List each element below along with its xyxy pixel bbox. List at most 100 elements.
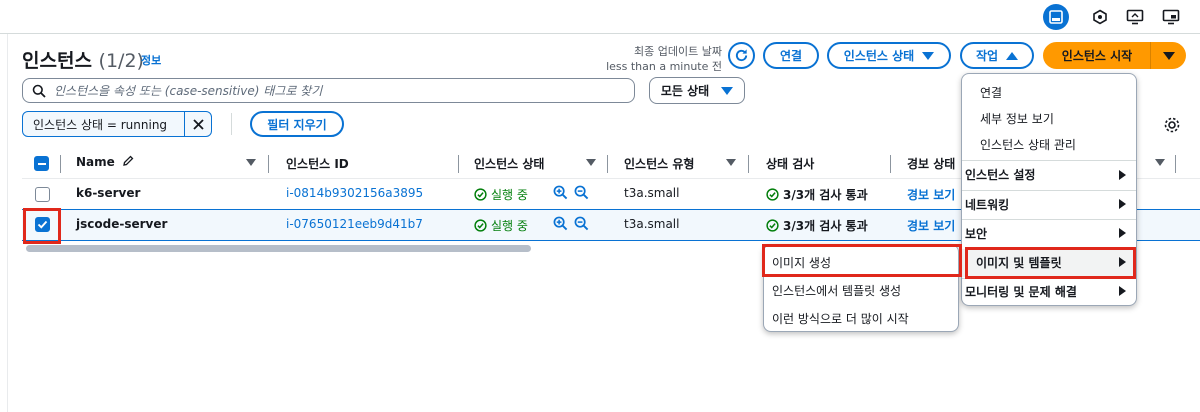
info-link[interactable]: 정보 — [141, 52, 161, 68]
zoom-controls — [553, 185, 589, 200]
highlight-box-checkbox — [23, 208, 61, 244]
refresh-icon — [735, 49, 748, 62]
chevron-right-icon — [1119, 170, 1126, 180]
table-settings-button[interactable] — [1163, 116, 1181, 138]
search-icon — [32, 84, 46, 98]
menu-item-manage-state[interactable]: 인스턴스 상태 관리 — [962, 132, 1136, 158]
status-check-text: 3/3개 검사 통과 — [783, 188, 868, 202]
instance-name: k6-server — [76, 186, 141, 200]
col-instance-state[interactable]: 인스턴스 상태 — [474, 155, 544, 172]
divider — [748, 155, 749, 173]
instance-state: 실행 중 — [474, 217, 528, 234]
page-title: 인스턴스 (1/2) — [22, 46, 144, 73]
instance-state: 실행 중 — [474, 186, 528, 203]
launch-options-button[interactable] — [1150, 42, 1186, 69]
col-alarm-status[interactable]: 경보 상태 — [907, 155, 955, 172]
left-rail — [0, 34, 8, 412]
status-check-text: 3/3개 검사 통과 — [783, 219, 868, 233]
chevron-up-icon — [1006, 51, 1019, 60]
instance-id-link[interactable]: i-07650121eeb9d41b7 — [286, 217, 423, 231]
view-alarms-link[interactable]: 경보 보기 — [907, 186, 955, 203]
instance-state-text: 실행 중 — [491, 188, 528, 202]
instance-state-text: 실행 중 — [491, 219, 528, 233]
col-name[interactable]: Name — [76, 155, 134, 169]
check-circle-icon — [766, 219, 779, 232]
settings-hex-icon[interactable] — [1087, 4, 1113, 30]
state-filter-value: 모든 상태 — [660, 84, 710, 98]
connect-button-label: 연결 — [779, 49, 803, 63]
menu-item-instance-settings[interactable]: 인스턴스 설정 — [962, 162, 1136, 189]
highlight-box-create-image — [762, 244, 962, 277]
chevron-right-icon — [1119, 286, 1126, 296]
remove-filter-button[interactable] — [184, 112, 211, 136]
selection-count: (1/2) — [98, 50, 144, 72]
menu-item-security[interactable]: 보안 — [962, 220, 1136, 248]
zoom-out-icon[interactable] — [574, 185, 589, 200]
filter-token-label: 인스턴스 상태 = running — [33, 117, 168, 132]
select-all-checkbox[interactable] — [34, 156, 49, 171]
zoom-out-icon[interactable] — [574, 216, 589, 231]
check-circle-icon — [474, 188, 487, 201]
status-check: 3/3개 검사 통과 — [766, 186, 868, 203]
divider — [60, 155, 61, 173]
col-status-check[interactable]: 상태 검사 — [766, 155, 814, 172]
menu-item-networking-label: 네트워킹 — [965, 198, 1010, 212]
submenu-item-launch-more-like-this[interactable]: 이런 방식으로 더 많이 시작 — [764, 305, 958, 333]
sort-caret-icon[interactable] — [726, 159, 736, 166]
instance-type: t3a.small — [624, 186, 680, 200]
divider — [607, 155, 608, 173]
launch-instance-label: 인스턴스 시작 — [1061, 49, 1133, 63]
divider — [962, 160, 1136, 161]
menu-item-instance-settings-label: 인스턴스 설정 — [965, 168, 1036, 182]
zoom-in-icon[interactable] — [553, 216, 568, 231]
clear-filters-button[interactable]: 필터 지우기 — [250, 111, 344, 137]
pencil-icon — [123, 155, 134, 166]
last-updated-label: 최종 업데이트 날짜 — [634, 45, 722, 58]
menu-item-monitoring-label: 모니터링 및 문제 해결 — [965, 285, 1077, 299]
menu-item-view-details[interactable]: 세부 정보 보기 — [962, 106, 1136, 132]
screen-share-icon[interactable] — [1122, 4, 1148, 30]
filter-token: 인스턴스 상태 = running — [22, 111, 212, 137]
chevron-down-icon — [721, 86, 734, 95]
sort-caret-icon[interactable] — [246, 159, 256, 166]
row-checkbox[interactable] — [35, 187, 50, 202]
menu-item-networking[interactable]: 네트워킹 — [962, 191, 1136, 219]
search-input[interactable]: 인스턴스을 속성 또는 (case-sensitive) 태그로 찾기 — [22, 78, 635, 103]
monitor-icon[interactable] — [1158, 4, 1184, 30]
launch-instance-button[interactable]: 인스턴스 시작 — [1043, 42, 1151, 69]
divider — [890, 155, 891, 173]
col-instance-id[interactable]: 인스턴스 ID — [286, 155, 349, 172]
zoom-controls — [553, 216, 589, 231]
connect-button[interactable]: 연결 — [763, 42, 819, 69]
instance-state-label: 인스턴스 상태 — [843, 49, 915, 63]
submenu-item-create-template[interactable]: 인스턴스에서 템플릿 생성 — [764, 277, 958, 305]
last-updated: 최종 업데이트 날짜 less than a minute 전 — [606, 44, 722, 74]
refresh-button[interactable] — [728, 42, 755, 69]
close-icon — [192, 118, 204, 130]
check-circle-icon — [474, 219, 487, 232]
sort-caret-icon[interactable] — [586, 159, 596, 166]
instance-name: jscode-server — [76, 217, 168, 231]
actions-button[interactable]: 작업 — [960, 42, 1034, 69]
menu-item-monitoring[interactable]: 모니터링 및 문제 해결 — [962, 278, 1136, 306]
instance-state-button[interactable]: 인스턴스 상태 — [827, 42, 951, 69]
instance-type: t3a.small — [624, 217, 680, 231]
chevron-down-icon — [922, 51, 935, 60]
clear-filters-label: 필터 지우기 — [267, 117, 327, 132]
instance-id-link[interactable]: i-0814b9302156a3895 — [286, 186, 423, 200]
chevron-right-icon — [1119, 228, 1126, 238]
divider — [1175, 155, 1176, 173]
divider — [458, 155, 459, 173]
panel-layout-icon[interactable] — [1043, 4, 1069, 30]
horizontal-scrollbar[interactable] — [26, 245, 531, 252]
highlight-box-image-templates — [965, 247, 1136, 279]
zoom-in-icon[interactable] — [553, 185, 568, 200]
check-circle-icon — [766, 188, 779, 201]
view-alarms-link[interactable]: 경보 보기 — [907, 217, 955, 234]
search-placeholder: 인스턴스을 속성 또는 (case-sensitive) 태그로 찾기 — [54, 84, 323, 98]
menu-item-connect[interactable]: 연결 — [962, 80, 1136, 106]
state-filter-select[interactable]: 모든 상태 — [649, 77, 745, 104]
sort-caret-icon[interactable] — [1155, 159, 1165, 166]
chevron-down-icon — [1162, 51, 1175, 60]
col-instance-type[interactable]: 인스턴스 유형 — [624, 155, 694, 172]
